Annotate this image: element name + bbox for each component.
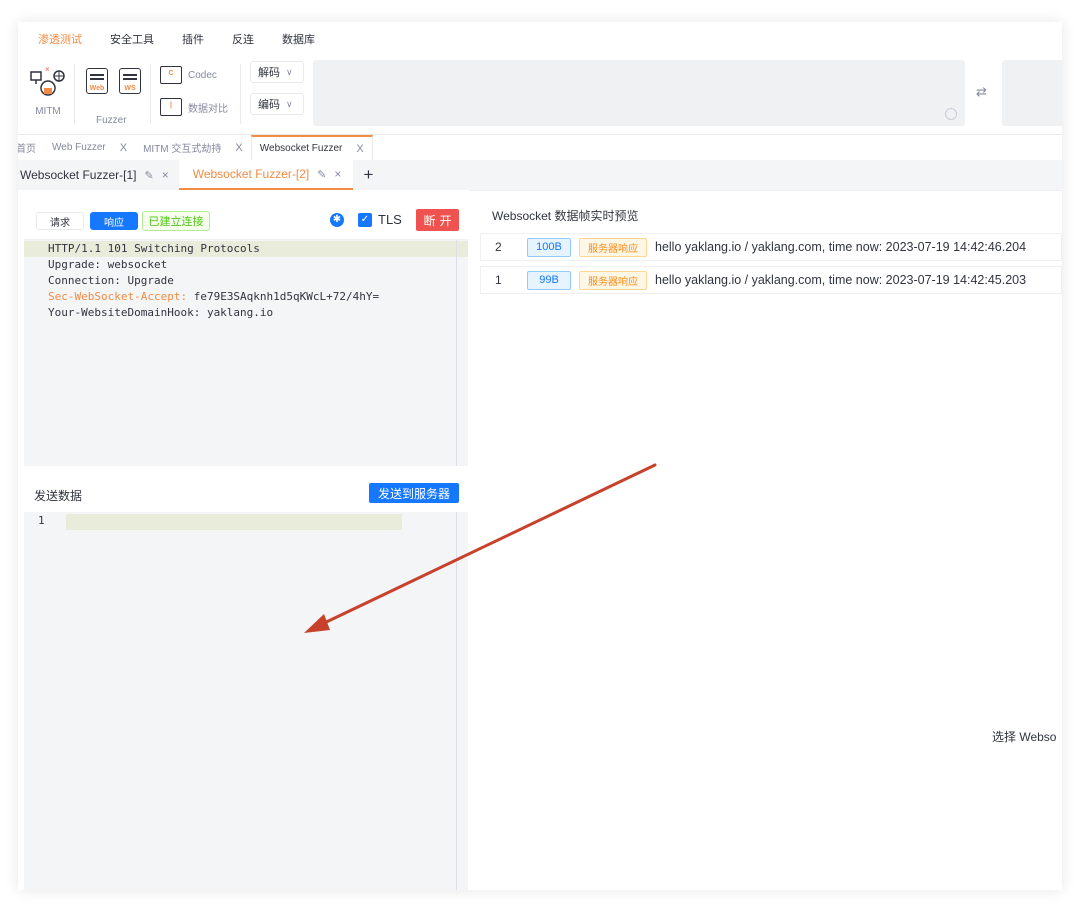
send-data-header: 发送数据 发送到服务器 [24,466,468,512]
chevron-down-icon: ∨ [286,66,293,77]
send-to-server-button[interactable]: 发送到服务器 [369,483,459,503]
frame-row[interactable]: 1 99B 服务器响应 hello yaklang.io / yaklang.c… [480,266,1062,294]
codec-icon: C [160,66,182,84]
main-tab-bar: 首页 Web Fuzzer X MITM 交互式劫持 X Websocket F… [18,134,1062,160]
frame-size-badge: 100B [527,237,571,257]
top-menu-bar: 渗透测试 安全工具 插件 反连 数据库 [18,22,1062,58]
menu-item-plugins[interactable]: 插件 [168,22,218,58]
swap-icon[interactable]: ⇄ [976,84,987,100]
connection-status-badge: 已建立连接 [142,211,210,231]
response-line: Your-WebsiteDomainHook: yaklang.io [48,306,274,319]
web-fuzzer-tool[interactable]: Web [86,68,108,94]
codec-input[interactable] [313,60,965,126]
tls-checkbox[interactable]: ✓ [358,213,372,227]
response-line: Sec-WebSocket-Accept: fe79E3SAqknh1d5qKW… [48,290,380,303]
add-tab-button[interactable]: + [353,160,383,190]
toolbar-divider [150,64,151,124]
ws-fuzzer-tool[interactable]: WS [119,68,141,94]
codec-label: Codec [188,69,217,81]
mitm-label: MITM [35,106,61,117]
tls-label: TLS [378,212,402,227]
tab-web-fuzzer-label: Web Fuzzer [52,142,106,153]
tab-web-fuzzer[interactable]: Web Fuzzer X [44,135,135,160]
response-toolbar: 请求 响应 已建立连接 ✱ ✓ TLS 断开 [24,200,468,240]
tab-mitm-label: MITM 交互式劫持 [143,144,222,155]
subtab-ws-fuzzer-1[interactable]: Websocket Fuzzer-[1] ✎ × [18,160,179,190]
request-button[interactable]: 请求 [36,212,84,230]
web-fuzzer-icon: Web [86,68,108,94]
tab-mitm[interactable]: MITM 交互式劫持 X [135,135,251,160]
frame-message: hello yaklang.io / yaklang.com, time now… [655,240,1027,254]
current-line-highlight [66,514,402,530]
response-line: HTTP/1.1 101 Switching Protocols [24,241,468,257]
svg-text:×: × [45,65,50,74]
send-data-editor[interactable]: 1 [24,512,468,890]
close-icon[interactable]: × [334,167,341,181]
codec-tool[interactable]: C Codec [160,66,217,84]
encode-select-value: 编码 [258,99,280,111]
toolbar-divider [240,64,241,124]
tab-websocket-fuzzer[interactable]: Websocket Fuzzer X [250,135,373,160]
tab-home[interactable]: 首页 [18,135,44,160]
compare-icon: | [160,98,182,116]
ws-fuzzer-icon: WS [119,68,141,94]
toolbar-divider [74,64,75,124]
sub-tab-bar: Websocket Fuzzer-[1] ✎ × Websocket Fuzze… [18,160,1062,190]
frames-preview-pane: Websocket 数据帧实时预览 2 100B 服务器响应 hello yak… [470,190,1062,890]
line-number: 1 [38,514,45,527]
frame-size-badge: 99B [527,270,571,290]
mitm-tool[interactable]: × MITM [26,64,70,117]
disconnect-button[interactable]: 断开 [416,209,459,231]
menu-item-pentest[interactable]: 渗透测试 [24,22,96,58]
codec-output[interactable] [1002,60,1062,126]
toolbar: × MITM Web WS Fuzzer C Codec | 数据对比 解码 ∨… [18,58,1062,132]
edit-icon[interactable]: ✎ [317,168,326,181]
chevron-down-icon: ∨ [286,98,293,109]
fuzzer-label: Fuzzer [96,115,127,126]
menu-item-database[interactable]: 数据库 [268,22,329,58]
mitm-icon: × [30,65,65,96]
frame-index: 1 [495,273,502,287]
encode-select[interactable]: 编码 ∨ [250,93,304,115]
frame-row[interactable]: 2 100B 服务器响应 hello yaklang.io / yaklang.… [480,233,1062,261]
select-frame-hint: 选择 Webso [992,730,1057,744]
clear-icon[interactable] [945,108,957,120]
tab-websocket-fuzzer-label: Websocket Fuzzer [259,143,343,154]
compare-label: 数据对比 [188,103,228,115]
menu-item-security-tools[interactable]: 安全工具 [96,22,168,58]
request-response-pane: 请求 响应 已建立连接 ✱ ✓ TLS 断开 HTTP/1.1 101 Swit… [24,200,468,890]
response-button[interactable]: 响应 [90,212,138,230]
frames-preview-title: Websocket 数据帧实时预览 [492,209,639,223]
scrollbar[interactable] [456,512,457,890]
close-icon[interactable]: X [235,142,242,154]
frame-index: 2 [495,240,502,254]
tab-home-label: 首页 [18,144,36,155]
frame-type-badge: 服务器响应 [579,270,647,290]
compare-tool[interactable]: | 数据对比 [160,98,228,116]
frame-message: hello yaklang.io / yaklang.com, time now… [655,273,1027,287]
edit-icon[interactable]: ✎ [144,169,153,182]
decode-select-value: 解码 [258,67,280,79]
scrollbar[interactable] [456,240,457,466]
app-window: 渗透测试 安全工具 插件 反连 数据库 × MITM Web WS Fuzzer… [18,22,1062,890]
close-icon[interactable]: X [120,142,127,154]
response-line: Connection: Upgrade [48,274,174,287]
frame-type-badge: 服务器响应 [579,237,647,257]
send-data-title: 发送数据 [34,489,83,503]
response-editor[interactable]: HTTP/1.1 101 Switching Protocols Upgrade… [24,240,468,466]
decode-select[interactable]: 解码 ∨ [250,61,304,83]
menu-item-reverse[interactable]: 反连 [218,22,268,58]
subtab-label: Websocket Fuzzer-[1] [20,168,137,182]
close-icon[interactable]: X [356,143,363,155]
gear-icon[interactable]: ✱ [330,213,344,227]
subtab-label: Websocket Fuzzer-[2] [192,167,310,181]
subtab-ws-fuzzer-2[interactable]: Websocket Fuzzer-[2] ✎ × [178,160,354,190]
response-line: Upgrade: websocket [48,258,168,271]
close-icon[interactable]: × [162,168,169,182]
